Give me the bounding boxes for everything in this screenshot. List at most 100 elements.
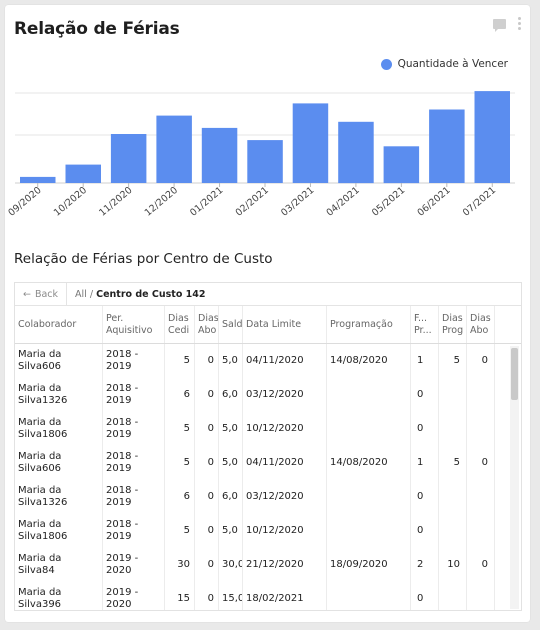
cell-dias-cedi: 30	[165, 548, 195, 582]
cell-dias-abo: 0	[195, 344, 219, 378]
table-row[interactable]: Maria da Silva1326 2018 - 2019 6 0 6,0 03/12/…	[15, 378, 521, 412]
cell-periodo: 2018 - 2019	[103, 344, 165, 378]
table-row[interactable]: Maria da Silva606 2018 - 2019 5 0 5,0 04/11/2…	[15, 344, 521, 378]
cell-data-limite: 21/12/2020	[243, 548, 327, 582]
cell-dias-prog: 10	[439, 548, 467, 582]
cell-dias-prog: 5	[439, 344, 467, 378]
vacation-bar-chart: 09/2020 10/2020 11/2020 12/2020 01/2021 02/20…	[6, 91, 515, 219]
x-tick-label: 02/2021	[234, 185, 271, 219]
cell-fp: 0	[411, 480, 439, 514]
table-row[interactable]: Maria da Silva1806 2018 - 2019 5 0 5,0 10/12/…	[15, 514, 521, 548]
x-tick-label: 12/2020	[143, 185, 180, 219]
scrollbar-thumb[interactable]	[511, 348, 518, 400]
breadcrumb-root[interactable]: All	[75, 289, 87, 300]
x-tick-label: 06/2021	[415, 185, 452, 219]
chart-bar[interactable]	[156, 115, 192, 183]
breadcrumb: All / Centro de Custo 142	[67, 289, 205, 300]
cell-dias-prog	[439, 480, 467, 514]
cell-programacao: 18/09/2020	[327, 548, 411, 582]
cell-dias-prog	[439, 378, 467, 412]
cell-periodo: 2018 - 2019	[103, 480, 165, 514]
cell-colaborador: Maria da Silva606	[15, 344, 103, 378]
cell-dias-cedi: 5	[165, 446, 195, 480]
cell-dias-abo: 0	[195, 514, 219, 548]
chart-bar[interactable]	[292, 103, 329, 183]
chart-bar[interactable]	[110, 134, 147, 183]
cell-saldo: 30,0	[219, 548, 243, 582]
cost-center-table-panel: ← Back All / Centro de Custo 142 Colabor…	[14, 282, 522, 611]
col-header-periodo[interactable]: Per. Aquisitivo	[103, 306, 165, 343]
cell-dias-prog	[439, 412, 467, 446]
card-actions	[493, 17, 521, 32]
back-button[interactable]: ← Back	[15, 283, 68, 305]
ferias-card: Relação de Férias Quantidade à Vencer 09…	[5, 5, 530, 622]
chart-bar[interactable]	[65, 164, 102, 183]
cell-dias-prog	[439, 582, 467, 610]
cell-dias-abo: 0	[195, 446, 219, 480]
chart-bar[interactable]	[20, 176, 56, 183]
cell-periodo: 2018 - 2019	[103, 446, 165, 480]
cell-programacao	[327, 514, 411, 548]
cell-dias-abo2: 0	[467, 446, 495, 480]
table-row[interactable]: Maria da Silva606 2018 - 2019 5 0 5,0 04/11/2…	[15, 446, 521, 480]
cell-dias-cedi: 5	[165, 412, 195, 446]
cell-data-limite: 10/12/2020	[243, 412, 327, 446]
section-subtitle: Relação de Férias por Centro de Custo	[14, 251, 273, 267]
col-header-dias-programados[interactable]: Dias Prog	[439, 306, 467, 343]
table-scrollbar[interactable]	[510, 346, 519, 609]
col-header-ferias-programadas[interactable]: F... Pr...	[411, 306, 439, 343]
cell-data-limite: 03/12/2020	[243, 480, 327, 514]
cell-fp: 1	[411, 446, 439, 480]
col-header-colaborador[interactable]: Colaborador	[15, 306, 103, 343]
cell-data-limite: 04/11/2020	[243, 446, 327, 480]
cell-dias-cedi: 15	[165, 582, 195, 610]
more-options-icon[interactable]	[518, 17, 521, 30]
table-row[interactable]: Maria da Silva84 2019 - 2020 30 0 30,0 21/12/…	[15, 548, 521, 582]
cell-fp: 0	[411, 514, 439, 548]
chart-bar[interactable]	[247, 140, 283, 183]
chart-bar[interactable]	[338, 121, 374, 184]
card-title: Relação de Férias	[14, 19, 180, 39]
chart-bar[interactable]	[383, 146, 420, 184]
col-header-dias-abono[interactable]: Dias Abo	[195, 306, 219, 343]
cell-programacao	[327, 480, 411, 514]
chart-bar[interactable]	[201, 127, 238, 183]
cell-dias-abo: 0	[195, 378, 219, 412]
cell-programacao	[327, 412, 411, 446]
col-header-dias-abono-2[interactable]: Dias Abo	[467, 306, 495, 343]
cell-dias-abo: 0	[195, 412, 219, 446]
cell-dias-abo: 0	[195, 548, 219, 582]
cell-periodo: 2018 - 2019	[103, 514, 165, 548]
col-header-programacao[interactable]: Programação	[327, 306, 411, 343]
cell-periodo: 2018 - 2019	[103, 412, 165, 446]
cell-colaborador: Maria da Silva1326	[15, 378, 103, 412]
cell-dias-abo2	[467, 378, 495, 412]
cell-data-limite: 10/12/2020	[243, 514, 327, 548]
table-row[interactable]: Maria da Silva396 2019 - 2020 15 0 15,0 18/02…	[15, 582, 521, 610]
cell-saldo: 15,0	[219, 582, 243, 610]
cell-data-limite: 04/11/2020	[243, 344, 327, 378]
cell-dias-cedi: 6	[165, 480, 195, 514]
col-header-saldo[interactable]: Sald	[219, 306, 243, 343]
col-header-dias-cedidos[interactable]: Dias Cedi	[165, 306, 195, 343]
breadcrumb-separator: /	[89, 288, 94, 300]
cell-saldo: 6,0	[219, 378, 243, 412]
cell-programacao	[327, 378, 411, 412]
cell-dias-prog	[439, 514, 467, 548]
chart-bar[interactable]	[429, 109, 465, 184]
cell-dias-cedi: 6	[165, 378, 195, 412]
cell-saldo: 6,0	[219, 480, 243, 514]
cell-dias-abo2: 0	[467, 548, 495, 582]
cell-colaborador: Maria da Silva396	[15, 582, 103, 610]
cell-dias-abo2	[467, 582, 495, 610]
table-row[interactable]: Maria da Silva1326 2018 - 2019 6 0 6,0 03/12/…	[15, 480, 521, 514]
cell-programacao: 14/08/2020	[327, 446, 411, 480]
table-row[interactable]: Maria da Silva1806 2018 - 2019 5 0 5,0 10/12/…	[15, 412, 521, 446]
comment-icon[interactable]	[493, 18, 506, 32]
cell-data-limite: 18/02/2021	[243, 582, 327, 610]
chart-bar[interactable]	[474, 91, 511, 183]
col-header-data-limite[interactable]: Data Limite	[243, 306, 327, 343]
cell-periodo: 2019 - 2020	[103, 582, 165, 610]
cell-fp: 0	[411, 412, 439, 446]
cell-dias-cedi: 5	[165, 514, 195, 548]
